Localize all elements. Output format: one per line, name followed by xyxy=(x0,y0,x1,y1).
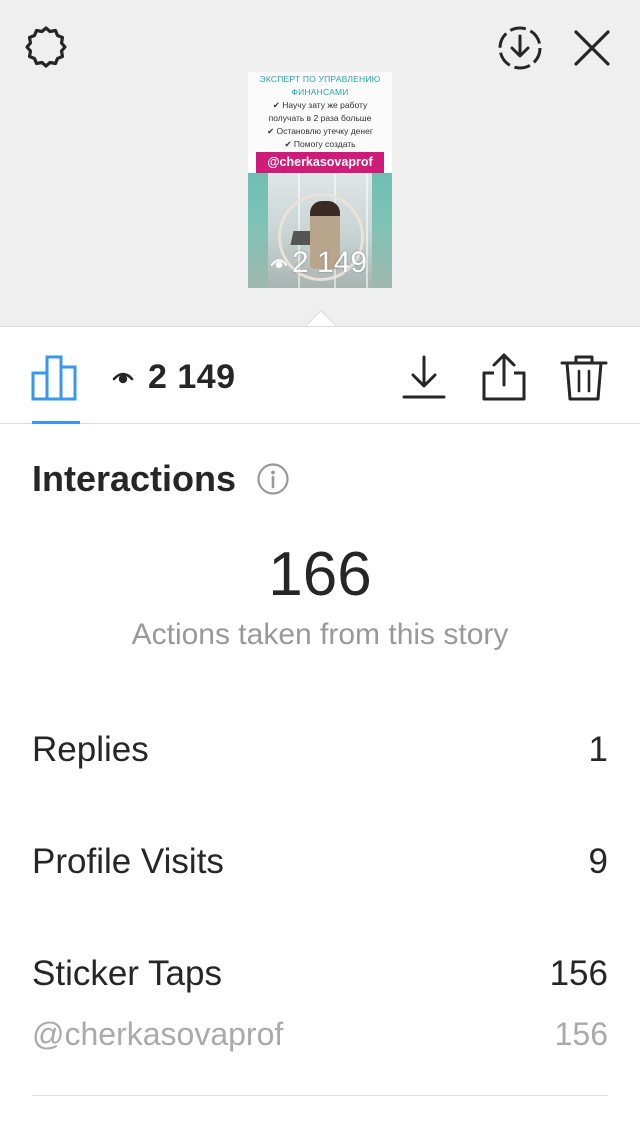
stat-label: Sticker Taps xyxy=(32,954,222,993)
divider xyxy=(32,1095,608,1096)
interactions-caption: Actions taken from this story xyxy=(131,618,509,651)
stat-label: Replies xyxy=(32,730,149,769)
active-tab-indicator xyxy=(32,421,80,424)
download-circle-icon xyxy=(498,26,542,70)
trash-icon xyxy=(560,355,608,401)
section-title: Interactions xyxy=(32,458,237,499)
share-icon xyxy=(482,353,526,401)
interactions-header: Interactions xyxy=(32,458,290,500)
close-icon xyxy=(574,30,610,66)
stat-value: 9 xyxy=(588,842,608,881)
share-button[interactable] xyxy=(478,351,530,403)
story-text-block: ЭКСПЕРТ ПО УПРАВЛЕНИЮ ФИНАНСАМИ ✔ Научу … xyxy=(248,72,392,154)
settings-icon xyxy=(25,26,67,68)
story-text-line: ✔ Помогу создать xyxy=(284,139,356,149)
tab-insights[interactable] xyxy=(30,351,82,403)
interactions-total: 166 xyxy=(268,540,372,609)
story-toolbar: 2 149 xyxy=(0,326,640,424)
story-text-line: ЭКСПЕРТ ПО УПРАВЛЕНИЮ xyxy=(259,74,381,84)
eye-icon xyxy=(270,259,288,269)
preview-caret xyxy=(300,306,340,327)
download-icon xyxy=(402,355,446,399)
delete-button[interactable] xyxy=(558,351,610,403)
stat-row-sticker-taps: Sticker Taps 156 xyxy=(32,954,608,994)
stat-value: 1 xyxy=(588,730,608,769)
eye-icon xyxy=(112,372,134,384)
stat-row-profile-visits: Profile Visits 9 xyxy=(32,842,608,882)
sticker-sub-row: @cherkasovaprof 156 xyxy=(32,1016,608,1053)
download-button[interactable] xyxy=(400,351,448,403)
viewers-button[interactable]: 2 149 xyxy=(112,355,236,399)
story-text-line: получать в 2 раза больше xyxy=(268,113,372,123)
sticker-handle-value: 156 xyxy=(554,1016,608,1052)
info-icon[interactable] xyxy=(256,462,290,496)
stat-label: Profile Visits xyxy=(32,842,224,881)
insights-bar-chart-icon xyxy=(31,355,77,401)
close-button[interactable] xyxy=(566,22,618,74)
story-text-line: ✔ Научу зату же работу xyxy=(272,100,368,110)
story-text-line: ФИНАНСАМИ xyxy=(291,87,349,97)
stat-value: 156 xyxy=(549,954,608,993)
story-thumbnail[interactable]: ЭКСПЕРТ ПО УПРАВЛЕНИЮ ФИНАНСАМИ ✔ Научу … xyxy=(248,72,392,288)
story-mention-sticker: @cherkasovaprof xyxy=(256,152,384,173)
stat-row-replies: Replies 1 xyxy=(32,730,608,770)
story-preview-area: ЭКСПЕРТ ПО УПРАВЛЕНИЮ ФИНАНСАМИ ✔ Научу … xyxy=(0,0,640,326)
save-story-button[interactable] xyxy=(494,22,546,74)
story-view-count: 2 149 xyxy=(270,246,367,280)
settings-button[interactable] xyxy=(20,22,72,74)
story-text-line: ✔ Остановлю утечку денег xyxy=(267,126,373,136)
story-view-count-value: 2 149 xyxy=(292,246,368,279)
sticker-handle: @cherkasovaprof xyxy=(32,1016,284,1052)
view-count: 2 149 xyxy=(148,357,236,396)
